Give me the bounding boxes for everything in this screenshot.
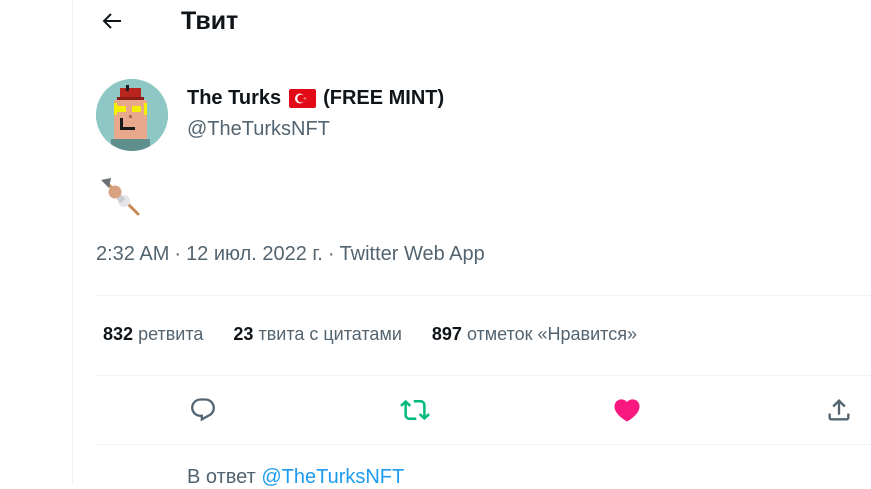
meta-separator: · (327, 243, 335, 265)
tweet-author: The Turks (FREE MINT) @TheTurksNFT (96, 79, 856, 151)
tweet-date[interactable]: 12 июл. 2022 г. (186, 243, 323, 265)
like-button[interactable] (609, 392, 645, 428)
oden-skewer-emoji-icon (101, 178, 140, 216)
stat-quote-tweets[interactable]: 23 твита с цитатами (233, 324, 401, 345)
divider (96, 295, 871, 296)
tweet-time[interactable]: 2:32 AM (96, 243, 169, 265)
author-handle[interactable]: @TheTurksNFT (187, 118, 330, 141)
timeline-left-border (72, 0, 73, 485)
arrow-left-icon (102, 13, 121, 29)
avatar[interactable] (96, 79, 168, 151)
stat-likes[interactable]: 897 отметок «Нравится» (432, 324, 637, 345)
stat-label: твита с цитатами (258, 324, 402, 344)
reply-button[interactable] (185, 392, 221, 428)
tweet-source[interactable]: Twitter Web App (340, 243, 485, 265)
like-icon (614, 399, 640, 422)
share-button[interactable] (821, 392, 857, 428)
author-name-suffix: (FREE MINT) (323, 87, 445, 109)
tweet-meta: 2:32 AM · 12 июл. 2022 г. · Twitter Web App (96, 243, 485, 266)
reply-context: В ответ @TheTurksNFT (187, 466, 404, 489)
reply-icon (191, 398, 215, 422)
stat-label: отметок «Нравится» (466, 324, 637, 344)
tweet-actions (96, 376, 871, 444)
page-title: Твит (181, 7, 239, 35)
retweet-icon (400, 399, 430, 421)
retweet-button[interactable] (397, 392, 433, 428)
share-icon (828, 399, 850, 421)
stat-retweets[interactable]: 832 ретвита (103, 324, 203, 345)
stat-label: ретвита (138, 324, 204, 344)
turkey-flag-icon (289, 89, 317, 108)
pixel-fez-avatar-icon (96, 79, 168, 151)
author-name-text: The Turks (187, 87, 282, 109)
author-name[interactable]: The Turks (FREE MINT) (187, 87, 444, 110)
stat-count: 832 (103, 324, 134, 344)
meta-separator: · (174, 243, 182, 265)
divider (96, 444, 871, 445)
page-header: Твит (73, 0, 871, 46)
stat-count: 897 (431, 324, 462, 344)
tweet-stats: 832 ретвита 23 твита с цитатами 897 отме… (103, 324, 667, 345)
stat-count: 23 (233, 324, 254, 344)
back-button[interactable] (97, 6, 127, 36)
